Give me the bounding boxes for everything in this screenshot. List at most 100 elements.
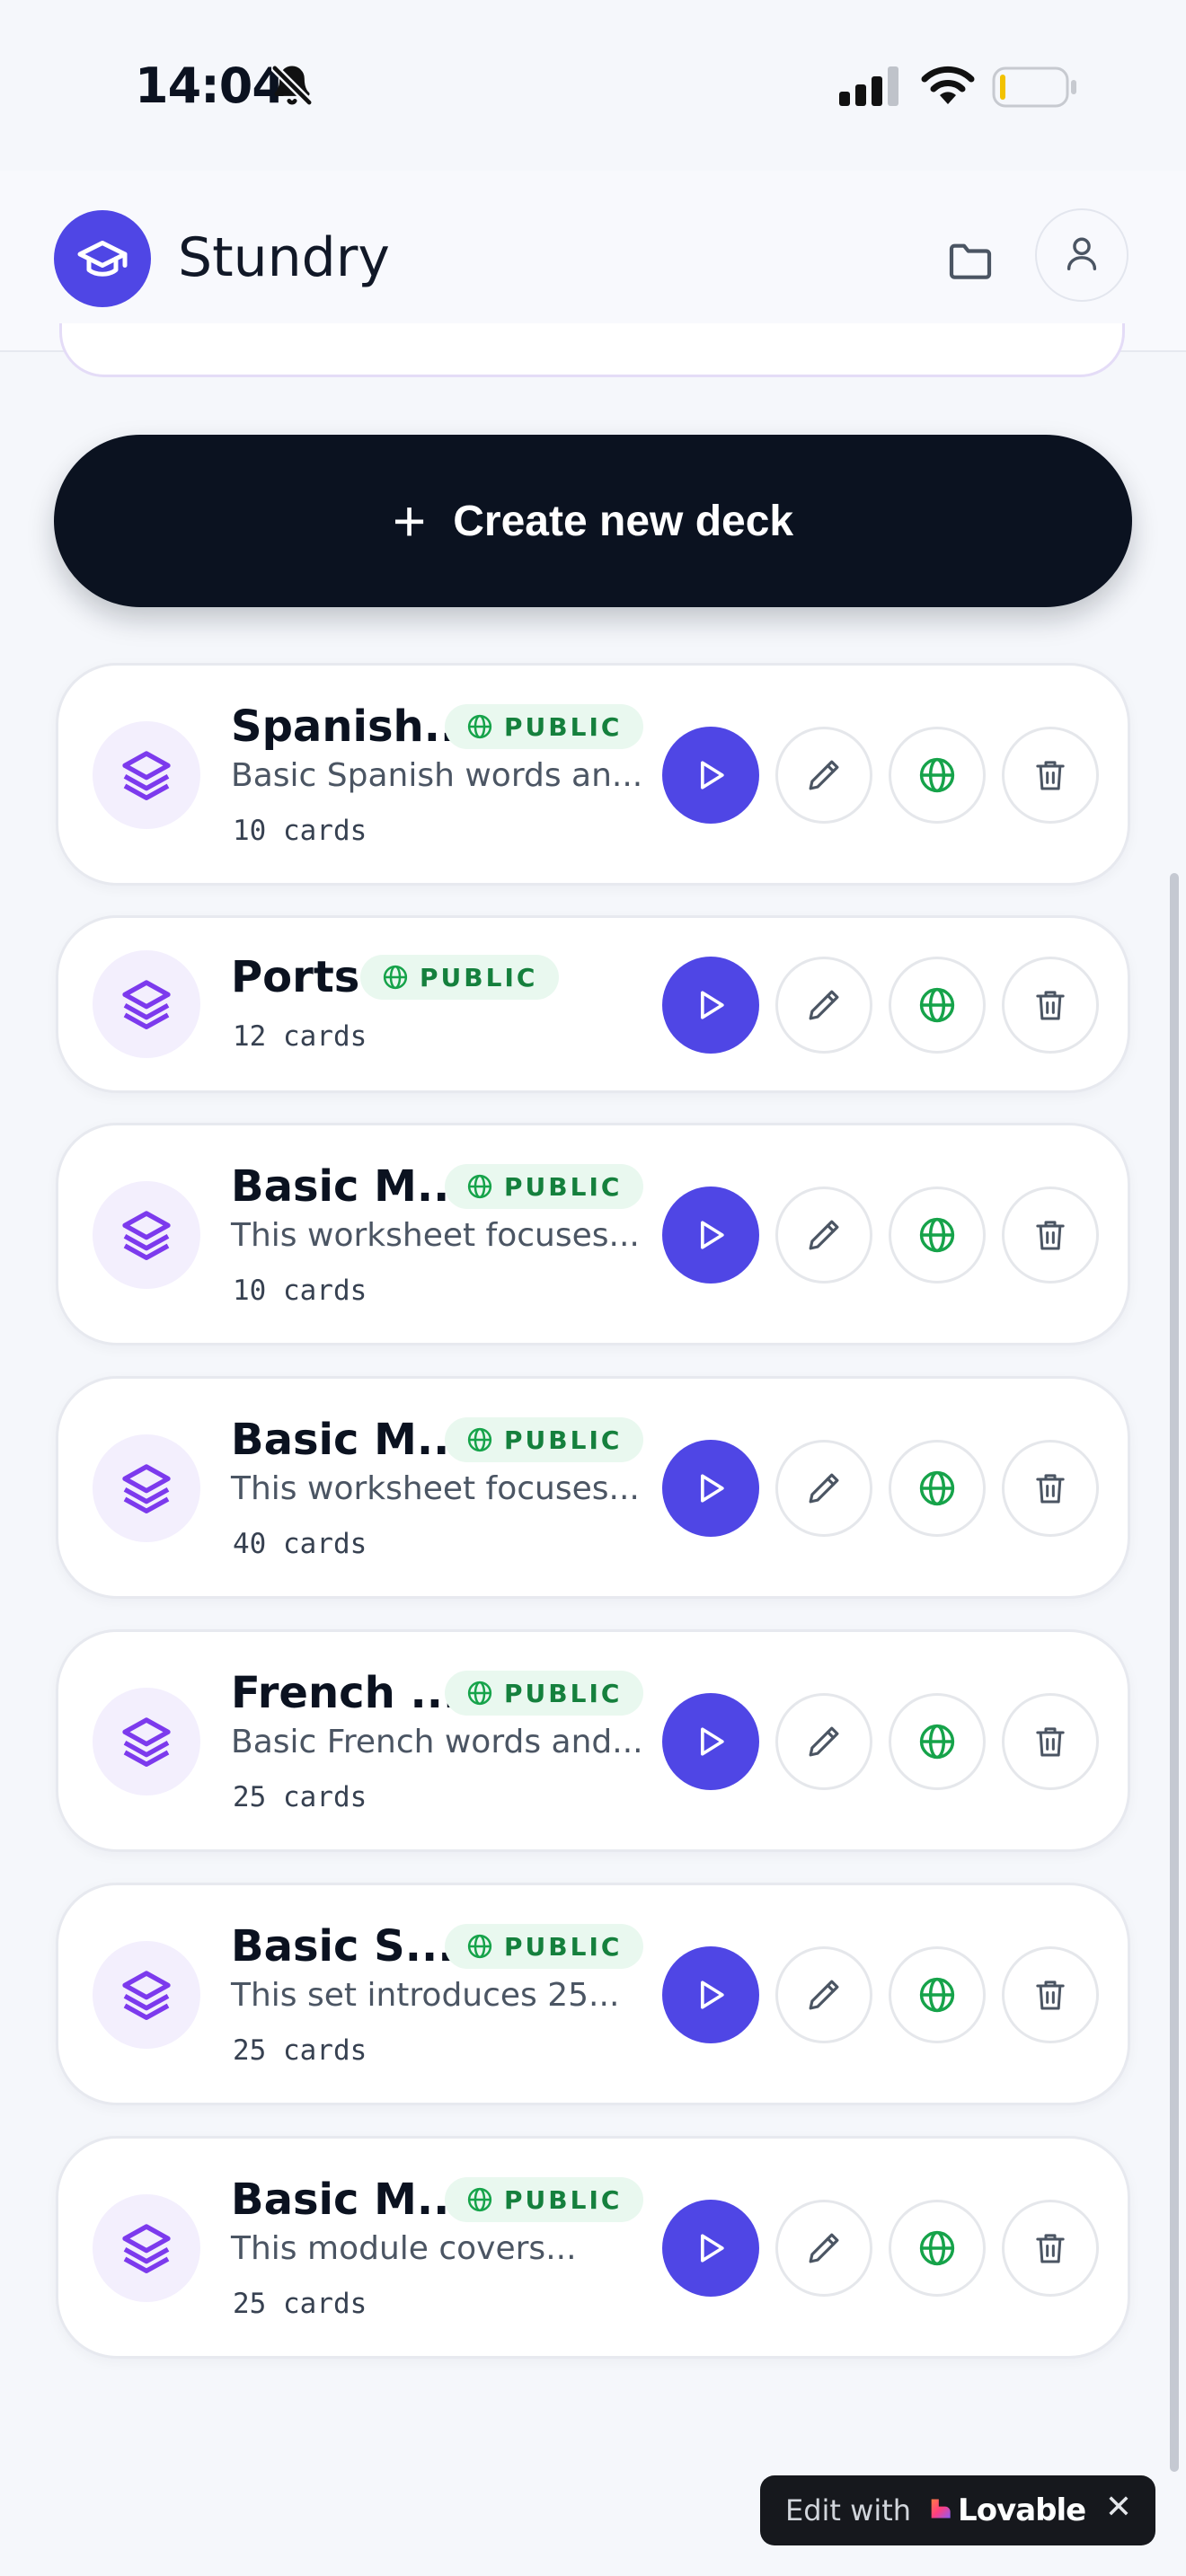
play-icon [701, 761, 724, 790]
pencil-icon [809, 1980, 839, 2010]
deck-title: French ... [231, 1668, 460, 1718]
bell-slash-icon [270, 64, 314, 110]
edit-button[interactable] [775, 1440, 872, 1537]
deck-title: Spanish... [231, 701, 474, 752]
edit-button[interactable] [775, 957, 872, 1054]
profile-button[interactable] [1035, 208, 1128, 302]
deck-card-count: 25 cards [233, 1781, 367, 1813]
trash-icon [1036, 1221, 1065, 1250]
globe-icon [919, 1217, 955, 1253]
app-title: Stundry [178, 226, 390, 289]
deck-card-count: 25 cards [233, 2288, 367, 2320]
deck-card-count: 40 cards [233, 1528, 367, 1560]
edit-button[interactable] [775, 727, 872, 824]
deck-card[interactable]: Basic M... PUBLIC This module covers... … [56, 2136, 1130, 2359]
layers-icon [93, 1941, 200, 2049]
globe-icon [467, 1681, 492, 1706]
play-icon [701, 1221, 724, 1249]
play-button[interactable] [662, 1693, 759, 1790]
public-badge: PUBLIC [445, 1417, 644, 1462]
play-button[interactable] [662, 2200, 759, 2297]
cellular-signal-icon [839, 66, 902, 110]
deck-card[interactable]: Spanish... PUBLIC Basic Spanish words an… [56, 663, 1130, 886]
deck-title: Basic M... [231, 2175, 466, 2225]
deck-card-count: 12 cards [233, 1020, 367, 1053]
layers-icon [93, 721, 200, 829]
layers-icon [93, 1434, 200, 1542]
folder-icon[interactable] [945, 235, 996, 289]
layers-icon [93, 1688, 200, 1795]
status-time: 14:04 [135, 57, 286, 114]
delete-button[interactable] [1002, 2200, 1099, 2297]
deck-description: This set introduces 25... [231, 1977, 620, 2014]
partially-hidden-card [59, 323, 1125, 377]
delete-button[interactable] [1002, 1440, 1099, 1537]
edit-button[interactable] [775, 1946, 872, 2043]
battery-icon [992, 66, 1078, 111]
pencil-icon [809, 1726, 839, 1757]
deck-description: This worksheet focuses... [231, 1217, 640, 1254]
play-icon [701, 991, 724, 1019]
edit-button[interactable] [775, 1693, 872, 1790]
delete-button[interactable] [1002, 1693, 1099, 1790]
trash-icon [1036, 1474, 1065, 1504]
play-button[interactable] [662, 957, 759, 1054]
publish-button[interactable] [889, 1440, 986, 1537]
deck-card[interactable]: French ... PUBLIC Basic French words and… [56, 1629, 1130, 1852]
edit-with-lovable-badge[interactable]: Edit with Lovable ✕ [760, 2475, 1155, 2545]
public-badge: PUBLIC [445, 704, 644, 749]
wifi-icon [920, 63, 976, 110]
close-icon[interactable]: ✕ [1105, 2492, 1132, 2524]
play-icon [701, 1727, 724, 1756]
layers-icon [93, 1181, 200, 1289]
trash-icon [1036, 2234, 1065, 2263]
create-new-deck-button[interactable]: + Create new deck [54, 435, 1132, 607]
deck-card[interactable]: Basic M... PUBLIC This worksheet focuses… [56, 1376, 1130, 1599]
play-button[interactable] [662, 1187, 759, 1284]
publish-button[interactable] [889, 727, 986, 824]
globe-icon [919, 1470, 955, 1506]
publish-button[interactable] [889, 2200, 986, 2297]
globe-icon [919, 757, 955, 793]
globe-icon [467, 1934, 492, 1959]
publish-button[interactable] [889, 957, 986, 1054]
play-button[interactable] [662, 1946, 759, 2043]
delete-button[interactable] [1002, 1187, 1099, 1284]
trash-icon [1036, 761, 1065, 790]
status-bar: 14:04 [0, 0, 1186, 171]
public-badge: PUBLIC [360, 955, 560, 1000]
deck-description: This module covers... [231, 2230, 577, 2267]
delete-button[interactable] [1002, 1946, 1099, 2043]
publish-button[interactable] [889, 1693, 986, 1790]
pencil-icon [809, 760, 839, 790]
delete-button[interactable] [1002, 727, 1099, 824]
public-badge: PUBLIC [445, 1164, 644, 1209]
globe-icon [467, 714, 492, 739]
deck-card[interactable]: Basic S... PUBLIC This set introduces 25… [56, 1883, 1130, 2105]
deck-description: Basic Spanish words an... [231, 757, 643, 794]
edit-button[interactable] [775, 2200, 872, 2297]
deck-card[interactable]: Basic M... PUBLIC This worksheet focuses… [56, 1123, 1130, 1345]
deck-description: This worksheet focuses... [231, 1470, 640, 1507]
layers-icon [93, 2194, 200, 2302]
play-button[interactable] [662, 727, 759, 824]
deck-title: Basic S... [231, 1921, 455, 1972]
pencil-icon [809, 990, 839, 1020]
play-button[interactable] [662, 1440, 759, 1537]
deck-card[interactable]: Ports PUBLIC 12 cards [56, 915, 1130, 1093]
publish-button[interactable] [889, 1946, 986, 2043]
graduation-cap-icon [54, 210, 151, 307]
globe-icon [467, 2187, 492, 2212]
edit-with-label: Edit with [785, 2493, 912, 2527]
publish-button[interactable] [889, 1187, 986, 1284]
scrollbar[interactable] [1170, 873, 1179, 2472]
pencil-icon [809, 1220, 839, 1250]
edit-button[interactable] [775, 1187, 872, 1284]
layers-icon [93, 950, 200, 1058]
play-icon [701, 1474, 724, 1503]
play-icon [701, 1981, 724, 2009]
globe-icon [467, 1174, 492, 1199]
lovable-heart-icon [927, 2496, 952, 2525]
delete-button[interactable] [1002, 957, 1099, 1054]
deck-title: Basic M... [231, 1161, 466, 1212]
